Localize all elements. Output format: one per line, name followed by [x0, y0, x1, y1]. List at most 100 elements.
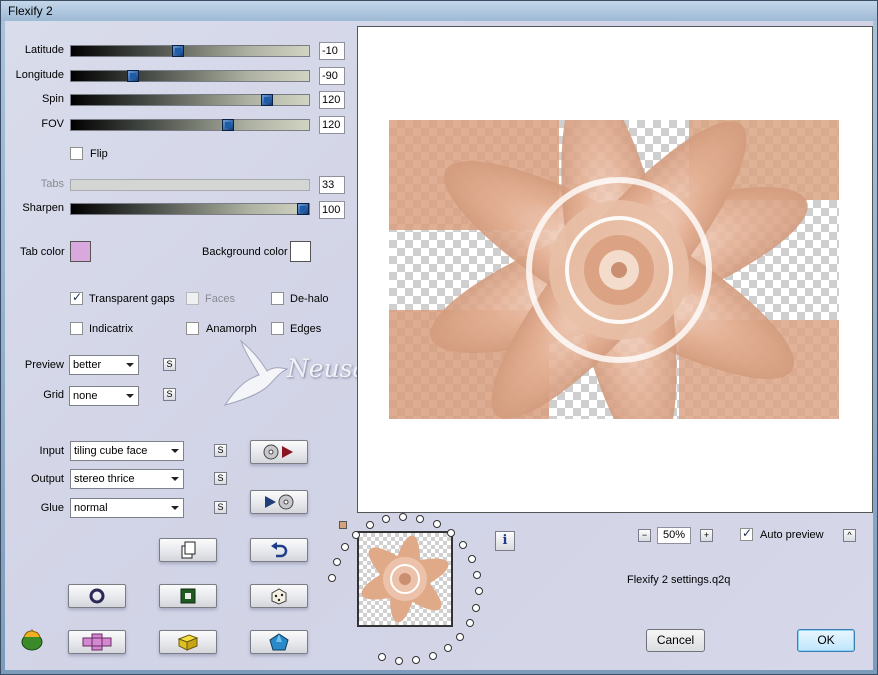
navigator-dot[interactable]	[327, 573, 336, 582]
navigator-dot[interactable]	[456, 632, 465, 641]
anamorph-checkbox[interactable]	[186, 322, 199, 335]
flip-checkbox[interactable]	[70, 147, 83, 160]
navigator-dot[interactable]	[472, 603, 481, 612]
input-format-select[interactable]: tiling cube face	[70, 441, 184, 461]
auto-preview-label: Auto preview	[760, 529, 824, 541]
cancel-button[interactable]: Cancel	[646, 629, 705, 652]
tabs-label: Tabs	[40, 178, 64, 190]
tab-color-swatch[interactable]	[70, 241, 91, 262]
navigator-dot[interactable]	[399, 513, 408, 522]
load-input-image-button[interactable]	[250, 440, 308, 464]
preview-s-button[interactable]: S	[163, 358, 176, 371]
navigator-dot[interactable]	[432, 519, 441, 528]
cube-button[interactable]	[159, 630, 217, 654]
sharpen-slider-thumb[interactable]	[297, 203, 309, 215]
spin-label: Spin	[41, 93, 64, 105]
navigator-thumbnail[interactable]	[357, 531, 453, 627]
tabs-value-input[interactable]: 33	[319, 176, 345, 194]
undo-button[interactable]	[250, 538, 308, 562]
background-color-label: Background color	[202, 246, 288, 258]
auto-preview-checkbox[interactable]	[740, 526, 753, 541]
preview-quality-select[interactable]: better	[69, 355, 139, 375]
de-halo-checkbox[interactable]	[271, 292, 284, 305]
latitude-slider-thumb[interactable]	[172, 45, 184, 57]
fov-value-input[interactable]: 120	[319, 116, 345, 134]
navigator-dot[interactable]	[382, 515, 391, 524]
info-button[interactable]: i	[495, 531, 515, 551]
chevron-down-icon	[126, 363, 134, 367]
glue-s-button[interactable]: S	[214, 501, 227, 514]
spin-slider[interactable]	[70, 94, 310, 106]
preview-quality-value: better	[73, 359, 102, 371]
output-s-button[interactable]: S	[214, 472, 227, 485]
navigator-dot[interactable]	[394, 656, 403, 665]
latitude-slider[interactable]	[70, 45, 310, 57]
randomize-button[interactable]	[250, 584, 308, 608]
navigator-dot[interactable]	[466, 619, 475, 628]
glue-value: normal	[74, 502, 108, 514]
polyhedron-button[interactable]	[250, 630, 308, 654]
pink-cross-icon	[82, 633, 112, 651]
navigator-dot[interactable]	[412, 656, 421, 665]
navigator-dot[interactable]	[474, 587, 483, 596]
glue-select[interactable]: normal	[70, 498, 184, 518]
undo-arrow-icon	[271, 542, 288, 558]
longitude-slider-thumb[interactable]	[127, 70, 139, 82]
navigator-dot[interactable]	[473, 570, 482, 579]
flaming-pear-logo-icon[interactable]	[19, 627, 45, 651]
navigator-dot[interactable]	[428, 651, 437, 660]
copy-settings-button[interactable]	[159, 538, 217, 562]
save-output-image-button[interactable]	[250, 490, 308, 514]
longitude-slider[interactable]	[70, 70, 310, 82]
input-s-button[interactable]: S	[214, 444, 227, 457]
transparent-gaps-checkbox[interactable]	[70, 290, 83, 305]
navigator-dot[interactable]	[447, 528, 456, 537]
zoom-level-display: 50%	[657, 527, 691, 544]
fov-slider-thumb[interactable]	[222, 119, 234, 131]
tabs-slider[interactable]	[70, 179, 310, 191]
spin-slider-thumb[interactable]	[261, 94, 273, 106]
sharpen-slider[interactable]	[70, 203, 310, 215]
navigator-origin-marker[interactable]	[339, 521, 347, 529]
input-format-value: tiling cube face	[74, 445, 148, 457]
collapse-button[interactable]: ^	[843, 529, 856, 542]
navigator-dot[interactable]	[443, 643, 452, 652]
glue-label: Glue	[40, 502, 64, 514]
grid-s-button[interactable]: S	[163, 388, 176, 401]
navigator-dot[interactable]	[459, 540, 468, 549]
longitude-label: Longitude	[15, 69, 64, 81]
title-bar[interactable]: Flexify 2	[1, 1, 877, 21]
spin-value-input[interactable]: 120	[319, 91, 345, 109]
navigator-dot[interactable]	[366, 521, 375, 530]
zoom-fit-button[interactable]	[68, 584, 126, 608]
fov-slider[interactable]	[70, 119, 310, 131]
navigator-dot[interactable]	[416, 514, 425, 523]
navigator-dot[interactable]	[468, 554, 477, 563]
faces-checkbox[interactable]	[186, 292, 199, 305]
zoom-out-button[interactable]: −	[638, 529, 651, 542]
chevron-down-icon	[171, 506, 179, 510]
navigator-dot[interactable]	[378, 653, 387, 662]
latitude-value-input[interactable]: -10	[319, 42, 345, 60]
indicatrix-label: Indicatrix	[89, 323, 134, 335]
output-format-select[interactable]: stereo thrice	[70, 469, 184, 489]
zoom-in-button[interactable]: +	[700, 529, 713, 542]
indicatrix-checkbox[interactable]	[70, 322, 83, 335]
navigator-dot[interactable]	[340, 543, 349, 552]
thumbnail-artwork	[361, 535, 449, 623]
sharpen-value-input[interactable]: 100	[319, 201, 345, 219]
grid-value: none	[73, 390, 98, 402]
background-color-swatch[interactable]	[290, 241, 311, 262]
green-square-icon	[180, 588, 196, 604]
tile-layout-button[interactable]	[68, 630, 126, 654]
dialog-client-area: Latitude -10 Longitude -90 Spin 120 FOV …	[5, 21, 873, 670]
ok-button[interactable]: OK	[797, 629, 855, 652]
longitude-value-input[interactable]: -90	[319, 67, 345, 85]
de-halo-label: De-halo	[290, 293, 329, 305]
navigator-dot[interactable]	[332, 557, 341, 566]
chevron-down-icon	[126, 394, 134, 398]
edges-label: Edges	[290, 323, 322, 335]
dove-watermark-icon	[223, 339, 289, 406]
frame-button[interactable]	[159, 584, 217, 608]
grid-select[interactable]: none	[69, 386, 139, 406]
